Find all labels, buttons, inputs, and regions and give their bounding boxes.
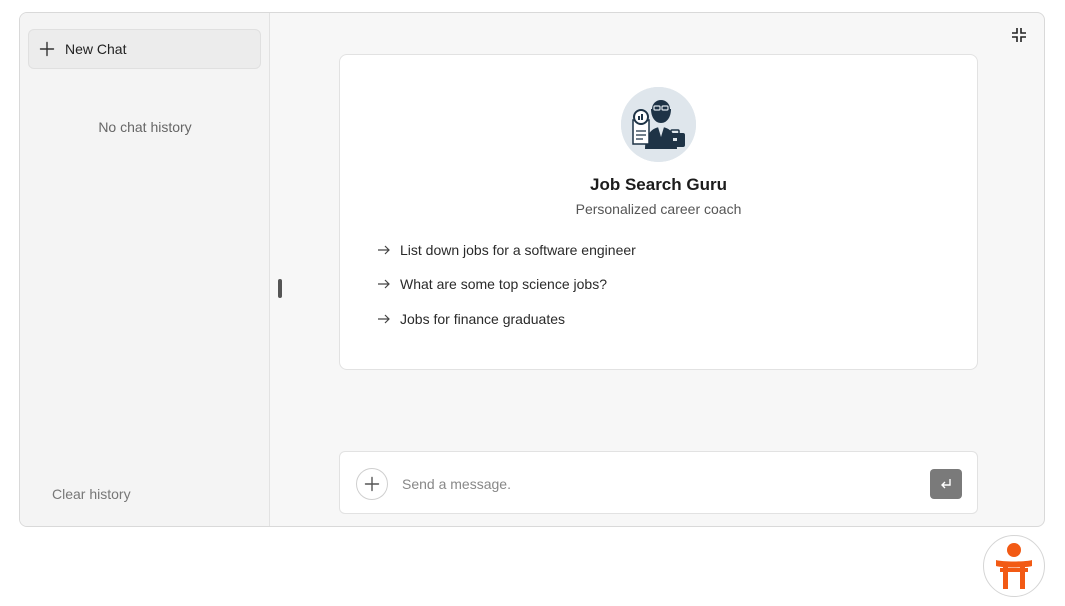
arrow-right-icon [378, 245, 390, 255]
attach-button[interactable] [356, 468, 388, 500]
message-composer [339, 451, 978, 514]
enter-icon [941, 479, 951, 489]
collapse-icon [1012, 28, 1026, 42]
suggestion-item[interactable]: What are some top science jobs? [377, 276, 607, 292]
arrow-right-icon [378, 314, 390, 324]
plus-icon [364, 476, 380, 492]
chat-window: New Chat No chat history Clear history J… [19, 12, 1045, 527]
message-input[interactable] [402, 472, 902, 496]
job-seeker-avatar-icon [621, 87, 696, 162]
collapse-button[interactable] [1010, 26, 1028, 44]
torii-person-logo-icon [996, 543, 1032, 589]
plus-icon [39, 41, 55, 57]
sidebar-resize-handle[interactable] [278, 279, 282, 298]
clear-history-button[interactable]: Clear history [52, 486, 131, 502]
new-chat-button[interactable]: New Chat [28, 29, 261, 69]
empty-history-text: No chat history [98, 119, 192, 135]
suggestion-label: What are some top science jobs? [400, 276, 607, 292]
bot-avatar [621, 87, 696, 162]
suggestion-label: Jobs for finance graduates [400, 311, 565, 327]
bot-description: Personalized career coach [575, 201, 742, 217]
suggestion-item[interactable]: List down jobs for a software engineer [377, 242, 636, 258]
sidebar: New Chat No chat history Clear history [20, 13, 270, 526]
suggestion-label: List down jobs for a software engineer [400, 242, 636, 258]
new-chat-label: New Chat [65, 41, 127, 57]
arrow-right-icon [378, 279, 390, 289]
bot-intro-card: Job Search Guru Personalized career coac… [339, 54, 978, 370]
send-button[interactable] [930, 469, 962, 499]
brand-widget-button[interactable] [983, 535, 1045, 597]
bot-name: Job Search Guru [590, 175, 727, 194]
suggestion-item[interactable]: Jobs for finance graduates [377, 311, 565, 327]
